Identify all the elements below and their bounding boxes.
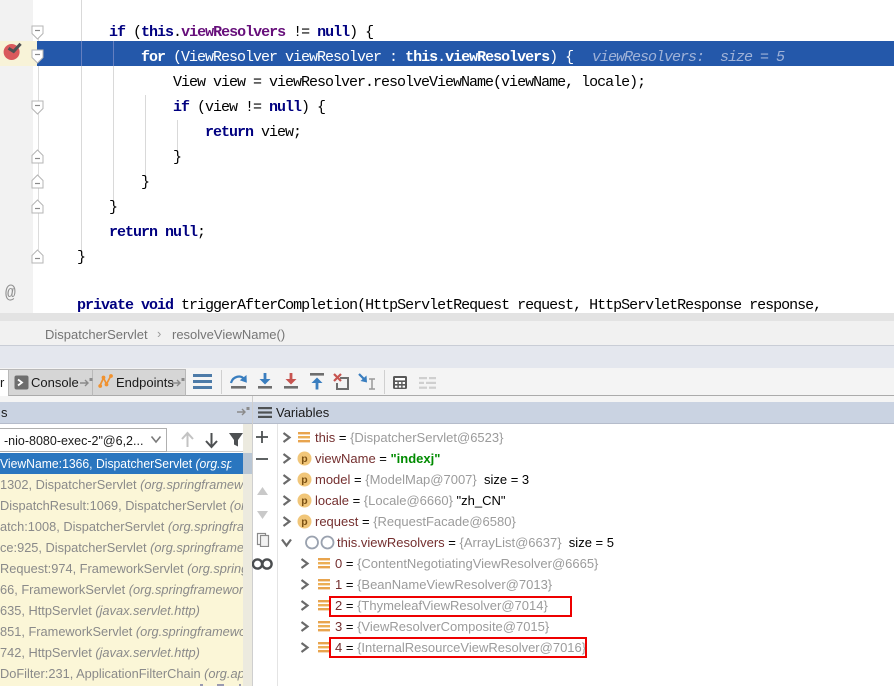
svg-text:p: p [301, 516, 307, 528]
svg-text:p: p [301, 474, 307, 486]
svg-text:p: p [301, 495, 307, 507]
svg-text:p: p [301, 453, 307, 465]
